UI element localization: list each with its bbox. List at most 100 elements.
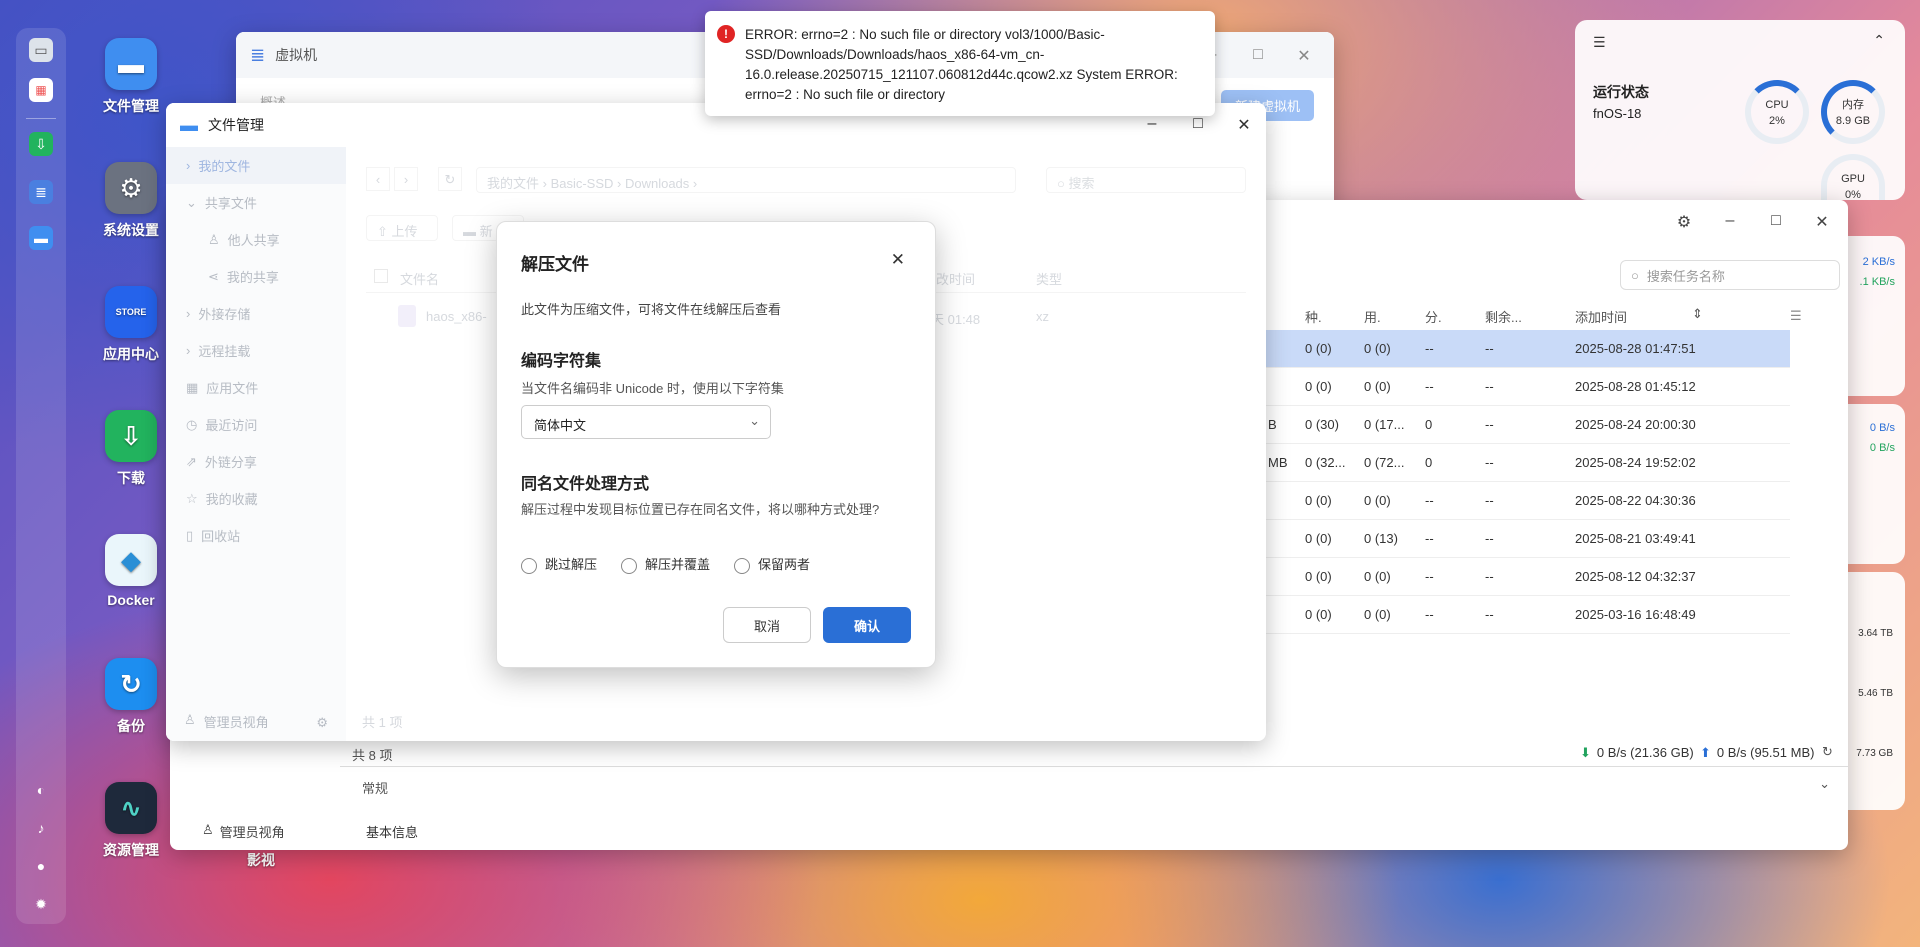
sidebar-item-shared-files[interactable]: ⌄ 共享文件 [166, 184, 346, 221]
gear-icon: ⚙ [105, 162, 157, 214]
vm-icon[interactable]: ≣ [29, 180, 53, 204]
download-icon[interactable]: ⇩ [29, 132, 53, 156]
column-header[interactable]: 分. [1425, 307, 1442, 326]
option-overwrite[interactable]: 解压并覆盖 [621, 554, 710, 574]
admin-view[interactable]: ♙ 管理员视角 [184, 712, 269, 731]
refresh-icon[interactable]: ↻ [1822, 744, 1833, 760]
download-speed-value: 0 B/s (21.36 GB) [1596, 745, 1694, 760]
table-cell: -- [1425, 607, 1434, 622]
close-button[interactable]: ✕ [1814, 212, 1830, 232]
section-general[interactable]: 常规 [362, 778, 388, 797]
column-header[interactable]: 用. [1364, 307, 1381, 326]
table-cell: -- [1425, 379, 1434, 394]
table-cell: 0 (0) [1305, 341, 1332, 356]
expand-icon[interactable]: ⌄ [1819, 776, 1830, 792]
task-search-input[interactable]: ○ 搜索任务名称 [1620, 260, 1840, 290]
memory-label: 内存 [1842, 99, 1864, 111]
disk-2-size: 5.46 TB [1858, 688, 1893, 699]
column-header[interactable]: 添加时间 [1575, 307, 1627, 326]
sidebar-item-my-shared[interactable]: ⋖ 我的共享 [166, 258, 346, 295]
network-icon[interactable]: ◐ [29, 778, 53, 802]
conflict-description: 解压过程中发现目标位置已存在同名文件，将以哪种方式处理? [521, 502, 880, 517]
table-cell: 0 [1425, 417, 1433, 432]
charset-select[interactable]: 简体中文 ⌄ [521, 405, 771, 439]
apps-grid-icon[interactable]: ▦ [29, 78, 53, 102]
upload-speed-value: 0 B/s (95.51 MB) [1716, 745, 1815, 760]
net2-download-rate: 0 B/s [1869, 442, 1895, 454]
table-cell: 0 (0) [1305, 607, 1332, 622]
settings-icon[interactable]: ⚙ [316, 715, 328, 731]
table-cell: 0 (0) [1364, 607, 1391, 622]
desktop-app-video[interactable]: 影视 [211, 850, 311, 870]
cancel-button[interactable]: 取消 [723, 607, 811, 643]
radio-button[interactable] [521, 557, 537, 574]
sidebar-item-my-files[interactable]: › 我的文件 [166, 147, 346, 184]
option-skip[interactable]: 跳过解压 [521, 554, 597, 574]
option-keep-both[interactable]: 保留两者 [734, 554, 810, 574]
radio-button[interactable] [621, 557, 638, 574]
desktop-app-label: 资源管理 [103, 842, 159, 858]
dock-divider [26, 118, 56, 119]
table-cell: -- [1425, 531, 1434, 546]
folder-icon[interactable]: ▬ [29, 226, 53, 250]
column-header[interactable]: 种. [1305, 307, 1322, 326]
confirm-button[interactable]: 确认 [823, 607, 911, 643]
admin-icon: ♙ [202, 822, 214, 837]
maximize-button[interactable]: □ [1768, 212, 1784, 232]
desktop-app-files[interactable]: ▬ 文件管理 [81, 38, 181, 116]
sort-icon[interactable]: ⇕ [1692, 306, 1703, 322]
section-basic-info[interactable]: 基本信息 [366, 822, 418, 841]
docker-icon: ◆ [105, 534, 157, 586]
sidebar-item-app-files[interactable]: ▦ 应用文件 [166, 369, 346, 406]
admin-view-label: 管理员视角 [219, 825, 285, 840]
collapse-icon[interactable]: ⌃ [1873, 32, 1885, 49]
table-cell: -- [1425, 569, 1434, 584]
column-settings-icon[interactable]: ☰ [1790, 308, 1802, 324]
minimize-button[interactable]: – [1722, 212, 1738, 232]
settings-icon[interactable]: ✹ [29, 892, 53, 916]
sidebar-item-external-storage[interactable]: › 外接存储 [166, 295, 346, 332]
sidebar-item-others-shared[interactable]: ♙ 他人共享 [166, 221, 346, 258]
dialog-close-icon[interactable]: ✕ [891, 250, 905, 270]
conflict-options: 跳过解压 解压并覆盖 保留两者 [521, 554, 810, 574]
task-search-placeholder: 搜索任务名称 [1646, 268, 1725, 284]
sidebar-item-recycle[interactable]: ▯ 回收站 [166, 517, 346, 554]
table-cell: -- [1485, 493, 1494, 508]
cpu-gauge: CPU 2% [1745, 80, 1809, 144]
table-cell: 0 (0) [1364, 379, 1391, 394]
error-toast: ! ERROR: errno=2 : No such file or direc… [705, 11, 1215, 116]
maximize-button[interactable]: □ [1250, 46, 1266, 66]
sidebar-item-remote-mount[interactable]: › 远程挂载 [166, 332, 346, 369]
radio-button[interactable] [734, 557, 751, 574]
search-icon: ○ [1631, 267, 1639, 283]
table-cell: 0 (32... [1305, 455, 1346, 470]
table-cell: -- [1425, 341, 1434, 356]
desktop-icon[interactable]: ▭ [29, 38, 53, 62]
list-icon[interactable]: ☰ [1593, 34, 1606, 51]
dock: ▭ ▦ ⇩ ≣ ▬ ◐ ♪ ● ✹ [16, 28, 66, 924]
bell-icon[interactable]: ♪ [29, 816, 53, 840]
user-icon[interactable]: ● [29, 854, 53, 878]
maximize-button[interactable]: □ [1190, 115, 1206, 135]
column-header[interactable]: 剩余... [1485, 307, 1522, 326]
cpu-value: 2% [1769, 115, 1785, 127]
settings-icon[interactable]: ⚙ [1676, 212, 1692, 232]
sidebar-item-external-share[interactable]: ⇗ 外链分享 [166, 443, 346, 480]
table-cell: 2025-08-21 03:49:41 [1575, 531, 1696, 546]
memory-gauge: 内存 8.9 GB [1821, 80, 1885, 144]
admin-view[interactable]: ♙ 管理员视角 [202, 822, 285, 841]
sidebar-item-favorites[interactable]: ☆ 我的收藏 [166, 480, 346, 517]
chevron-down-icon: ⌄ [749, 413, 760, 428]
monitor-icon: ∿ [105, 782, 157, 834]
sidebar-item-recent[interactable]: ◷ 最近访问 [166, 406, 346, 443]
minimize-button[interactable]: – [1144, 115, 1160, 135]
host-name: fnOS-18 [1593, 106, 1642, 121]
close-button[interactable]: ✕ [1296, 46, 1312, 66]
status-title: 运行状态 [1593, 84, 1649, 100]
disk-1-size: 3.64 TB [1858, 628, 1893, 639]
close-button[interactable]: ✕ [1236, 115, 1252, 135]
error-icon: ! [717, 25, 735, 43]
desktop-app-monitor[interactable]: ∿ 资源管理 [81, 782, 181, 860]
table-cell: 0 (0) [1305, 493, 1332, 508]
task-count: 共 8 项 [352, 748, 393, 763]
